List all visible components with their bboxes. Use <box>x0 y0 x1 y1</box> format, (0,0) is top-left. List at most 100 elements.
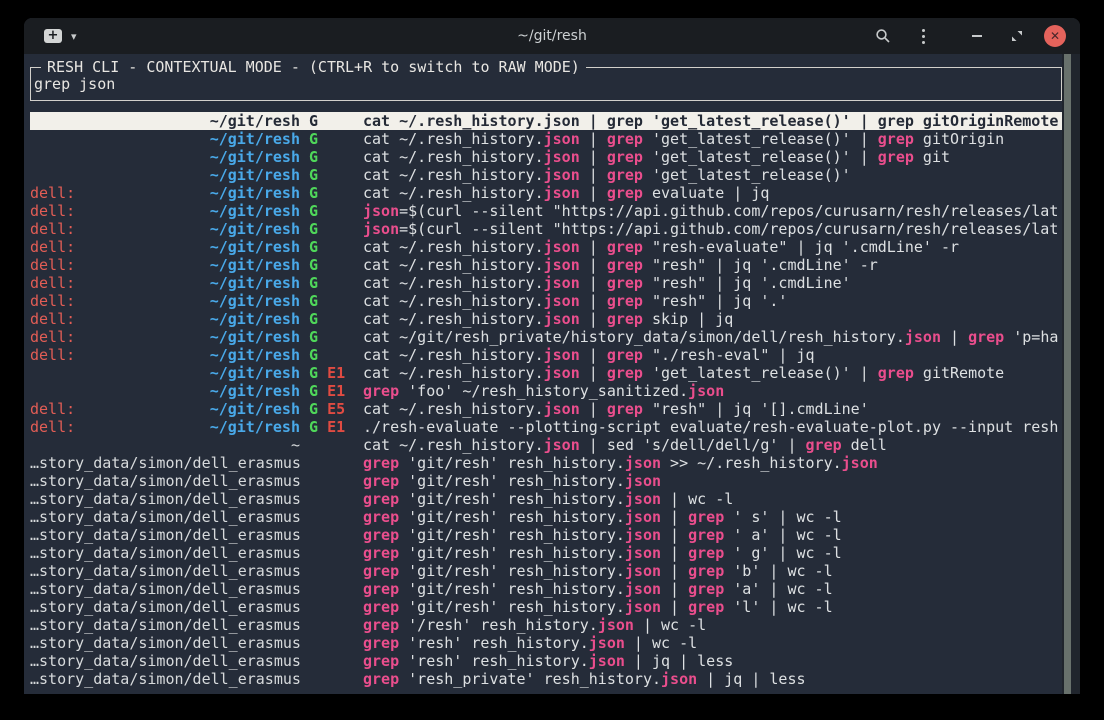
history-row[interactable]: dell:~/git/reshGjson=$(curl --silent "ht… <box>30 202 1068 220</box>
row-command: cat ~/.resh_history.json | grep 'get_lat… <box>363 130 1068 148</box>
history-row[interactable]: dell:~/git/reshG E1./resh-evaluate --plo… <box>30 418 1068 436</box>
row-flags: G <box>309 166 363 184</box>
row-host-dir: ~ <box>30 436 300 454</box>
history-row[interactable]: dell:~/git/reshG E5cat ~/.resh_history.j… <box>30 400 1068 418</box>
row-flags: G <box>309 220 363 238</box>
row-command: cat ~/git/resh_private/history_data/simo… <box>363 328 1068 346</box>
history-row[interactable]: dell:~/git/reshGcat ~/.resh_history.json… <box>30 310 1068 328</box>
history-row[interactable]: …story_data/simon/dell_erasmusgrep 'git/… <box>30 454 1068 472</box>
menu-button[interactable] <box>910 23 936 49</box>
chevron-down-icon[interactable]: ▾ <box>71 31 77 42</box>
close-button[interactable]: ✕ <box>1044 25 1066 47</box>
row-flags <box>309 580 363 598</box>
row-command: grep 'git/resh' resh_history.json | grep… <box>363 562 1068 580</box>
row-flag: G <box>309 256 318 274</box>
row-directory: ~ <box>291 436 300 454</box>
history-row[interactable]: …story_data/simon/dell_erasmusgrep 'resh… <box>30 652 1068 670</box>
history-row[interactable]: dell:~/git/reshGcat ~/.resh_history.json… <box>30 184 1068 202</box>
history-row[interactable]: …story_data/simon/dell_erasmusgrep 'git/… <box>30 490 1068 508</box>
row-host-dir: …story_data/simon/dell_erasmus <box>30 598 300 616</box>
row-command: grep 'resh_private' resh_history.json | … <box>363 670 1068 688</box>
new-tab-button[interactable]: + <box>44 29 62 43</box>
query-match: grep <box>688 598 724 616</box>
search-button[interactable] <box>870 23 896 49</box>
query-match: json <box>544 166 580 184</box>
row-command: cat ~/.resh_history.json | grep "resh-ev… <box>363 238 1068 256</box>
history-row[interactable]: ~/git/reshGcat ~/.resh_history.json | gr… <box>30 148 1068 166</box>
history-row[interactable]: ~/git/reshG E1grep 'foo' ~/resh_history_… <box>30 382 1068 400</box>
row-directory: ~/git/resh <box>210 292 300 310</box>
history-row[interactable]: …story_data/simon/dell_erasmusgrep 'git/… <box>30 508 1068 526</box>
query-match: json <box>625 580 661 598</box>
query-match: grep <box>607 256 643 274</box>
history-row[interactable]: dell:~/git/resh Gcat ~/.resh_history.json… <box>30 256 1068 274</box>
row-host-dir: …story_data/simon/dell_erasmus <box>30 562 300 580</box>
history-row[interactable]: …story_data/simon/dell_erasmusgrep 'git/… <box>30 472 1068 490</box>
history-row-selected[interactable]: ~/git/reshGcat ~/.resh_history.json | gr… <box>30 112 1068 130</box>
query-match: json <box>544 436 580 454</box>
scrollbar-thumb[interactable] <box>1064 54 1071 694</box>
history-row[interactable]: dell:~/git/reshGcat ~/.resh_history.json… <box>30 274 1068 292</box>
row-host-dir: dell:~/git/resh <box>30 292 300 310</box>
history-row[interactable]: ~/git/reshGcat ~/.resh_history.json | gr… <box>30 130 1068 148</box>
resh-mode-title: RESH CLI - CONTEXTUAL MODE - (CTRL+R to … <box>41 58 586 76</box>
history-row[interactable]: …story_data/simon/dell_erasmusgrep 'git/… <box>30 580 1068 598</box>
row-directory: …story_data/simon/dell_erasmus <box>30 526 300 544</box>
search-icon <box>875 28 891 44</box>
row-host-dir: ~/git/resh <box>30 382 300 400</box>
history-row[interactable]: dell:~/git/reshGcat ~/.resh_history.json… <box>30 292 1068 310</box>
query-match: grep <box>878 112 914 130</box>
row-command: grep 'git/resh' resh_history.json >> ~/.… <box>363 454 1068 472</box>
query-match: json <box>625 454 661 472</box>
row-flags <box>309 652 363 670</box>
history-row[interactable]: ~ cat ~/.resh_history.json | sed 's/dell/… <box>30 436 1068 454</box>
row-host-dir: dell:~/git/resh <box>30 256 300 274</box>
query-match: grep <box>363 544 399 562</box>
row-directory: ~/git/resh <box>210 346 300 364</box>
history-row[interactable]: …story_data/simon/dell_erasmusgrep 'git/… <box>30 598 1068 616</box>
history-row[interactable]: …story_data/simon/dell_erasmus grep 'resh… <box>30 670 1068 688</box>
row-host: dell: <box>30 238 75 256</box>
history-list: ~/git/resh Gcat ~/.resh_history.json | gr… <box>30 112 1068 688</box>
history-row[interactable]: dell:~/git/reshGcat ~/git/resh_private/h… <box>30 328 1068 346</box>
query-match: grep <box>607 148 643 166</box>
row-host: dell: <box>30 184 75 202</box>
history-row[interactable]: ~/git/reshG E1cat ~/.resh_history.json |… <box>30 364 1068 382</box>
row-command: cat ~/.resh_history.json | grep 'get_lat… <box>363 148 1068 166</box>
row-directory: …story_data/simon/dell_erasmus <box>30 616 300 634</box>
row-host-dir: …story_data/simon/dell_erasmus <box>30 580 300 598</box>
row-host-dir: dell:~/git/resh <box>30 274 300 292</box>
row-flags <box>309 634 363 652</box>
restore-button[interactable] <box>1004 23 1030 49</box>
query-match: grep <box>607 274 643 292</box>
row-flag: G <box>309 382 318 400</box>
row-flags: G E1 <box>309 382 363 400</box>
row-directory: ~/git/resh <box>210 238 300 256</box>
history-row[interactable]: dell:~/git/reshGjson=$(curl --silent "ht… <box>30 220 1068 238</box>
scrollbar[interactable] <box>1062 54 1080 694</box>
history-row[interactable]: …story_data/simon/dell_erasmusgrep 'git/… <box>30 544 1068 562</box>
row-directory: ~/git/resh <box>210 130 300 148</box>
row-directory: …story_data/simon/dell_erasmus <box>30 670 300 688</box>
row-command: cat ~/.resh_history.json | grep "resh" |… <box>363 256 1068 274</box>
history-row[interactable]: …story_data/simon/dell_erasmus grep 'git/… <box>30 562 1068 580</box>
history-row[interactable]: ~/git/reshGcat ~/.resh_history.json | gr… <box>30 166 1068 184</box>
query-match: grep <box>688 526 724 544</box>
row-host-dir: ~/git/resh <box>30 364 300 382</box>
row-command: cat ~/.resh_history.json | sed 's/dell/d… <box>363 436 1068 454</box>
row-command: cat ~/.resh_history.json | grep "resh" |… <box>363 400 1068 418</box>
query-match: grep <box>363 634 399 652</box>
history-row[interactable]: dell:~/git/reshGcat ~/.resh_history.json… <box>30 346 1068 364</box>
query-match: json <box>544 112 580 130</box>
new-tab-icon: + <box>44 29 62 43</box>
history-row[interactable]: …story_data/simon/dell_erasmusgrep '/res… <box>30 616 1068 634</box>
query-match: grep <box>968 328 1004 346</box>
history-row[interactable]: dell:~/git/reshGcat ~/.resh_history.json… <box>30 238 1068 256</box>
row-flag: G <box>309 184 318 202</box>
query-match: json <box>544 310 580 328</box>
search-query-input[interactable]: grep json <box>34 75 115 93</box>
minimize-button[interactable] <box>964 23 990 49</box>
query-match: grep <box>688 508 724 526</box>
history-row[interactable]: …story_data/simon/dell_erasmusgrep 'resh… <box>30 634 1068 652</box>
history-row[interactable]: …story_data/simon/dell_erasmusgrep 'git/… <box>30 526 1068 544</box>
